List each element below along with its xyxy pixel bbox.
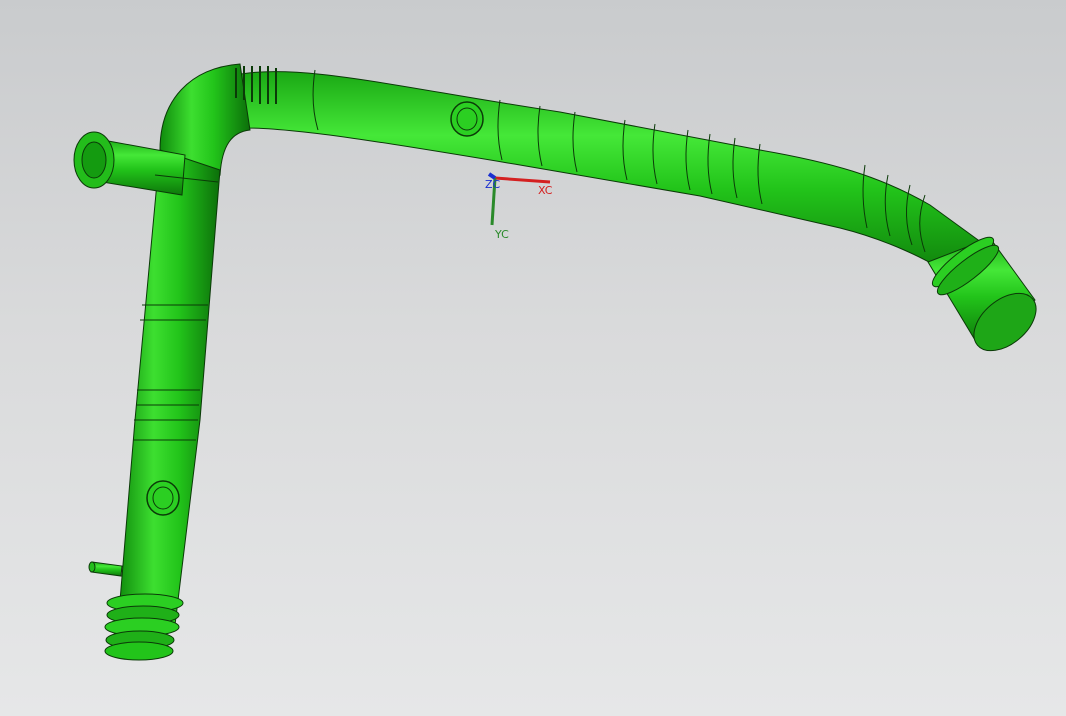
pipe-vertical-run xyxy=(117,149,221,626)
pipe-boss-lower xyxy=(146,480,180,516)
3d-viewport[interactable]: ZC XC YC xyxy=(0,0,1066,716)
pipe-boss-top xyxy=(450,101,484,137)
pipe-model-canvas[interactable]: ZC XC YC xyxy=(0,0,1066,716)
triad-z-label: ZC xyxy=(485,178,501,191)
pipe-upper-run xyxy=(234,71,986,286)
pipe-bottom-end-connector xyxy=(104,593,184,661)
triad-y-label: YC xyxy=(494,228,509,241)
triad-x-axis xyxy=(494,176,551,184)
triad-x-label: XC xyxy=(538,184,553,197)
pipe-small-nipple xyxy=(88,561,123,577)
coordinate-triad: ZC XC YC xyxy=(485,172,553,241)
